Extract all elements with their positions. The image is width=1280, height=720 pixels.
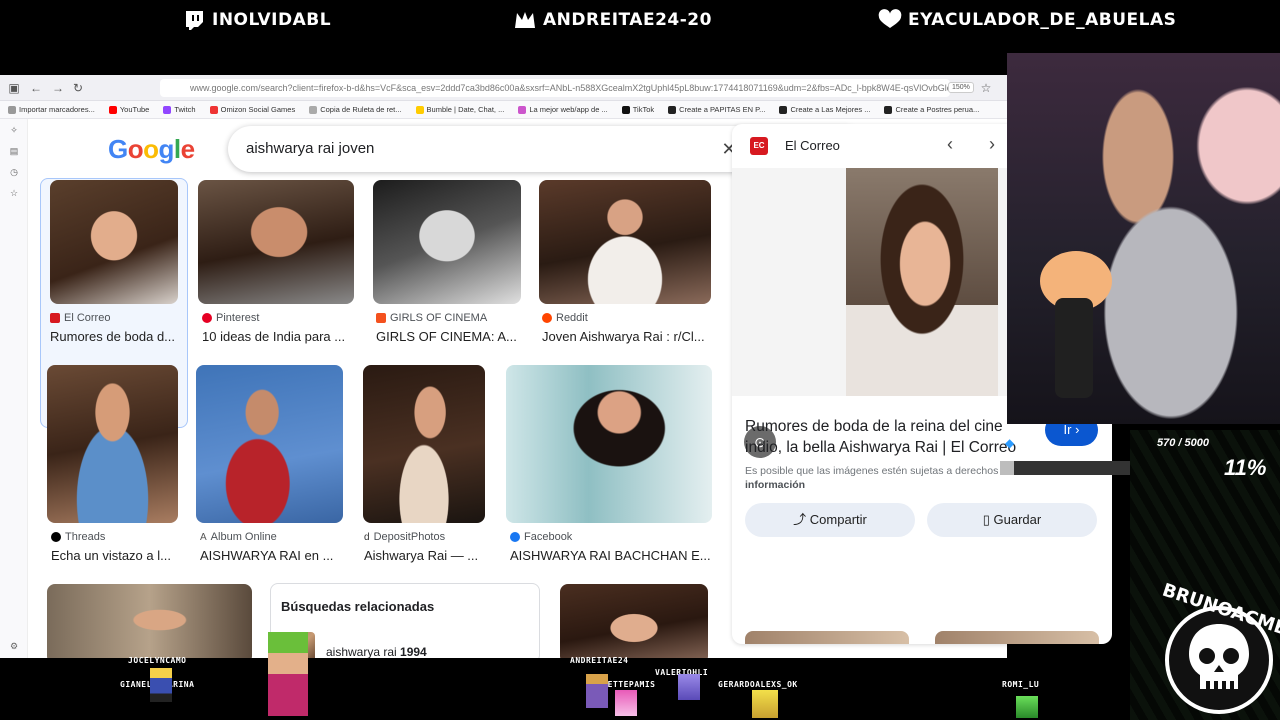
result-image[interactable] [47, 365, 178, 523]
webcam-feed [1007, 53, 1280, 424]
album-icon: A [200, 531, 207, 543]
goal-progress-bar [1000, 461, 1130, 475]
bookmark-star-icon[interactable]: ☆ [978, 80, 994, 96]
share-icon: ⤴ [793, 512, 807, 527]
preview-image[interactable] [846, 168, 998, 396]
goal-amount: 570 / 5000 [1157, 437, 1209, 449]
tabs-icon[interactable]: ▤ [9, 146, 19, 156]
viewer-sprite [268, 632, 308, 716]
depositphotos-icon: d [364, 531, 370, 543]
sub-alert-1: INOLVIDABL [182, 8, 331, 32]
sidebar-toggle-icon[interactable]: ▣ [6, 80, 22, 96]
result-image[interactable] [47, 584, 252, 658]
bookmark-item[interactable]: La mejor web/app de ... [518, 105, 608, 114]
history-icon[interactable]: ◷ [9, 167, 19, 177]
viewer-name: ANDREITAE24 [570, 656, 629, 665]
viewer-name: ROMI_LU [1002, 680, 1040, 689]
result-title[interactable]: Echa un vistazo a l... [51, 548, 171, 563]
microphone-body [1055, 298, 1093, 398]
bookmark-item[interactable]: YouTube [108, 105, 149, 114]
result-title[interactable]: Aishwarya Rai — ... [364, 548, 478, 563]
bookmark-item[interactable]: Create a Postres perua... [884, 105, 979, 114]
share-button[interactable]: ⤴ Compartir [745, 503, 915, 537]
bookmark-item[interactable]: Copia de Ruleta de ret... [309, 105, 402, 114]
result-image[interactable] [560, 584, 708, 658]
more-images-row [745, 631, 1099, 644]
sub-alert-3: EYACULADOR_DE_ABUELAS [878, 8, 1176, 32]
result-source: Facebook [510, 531, 572, 543]
related-item[interactable]: aishwarya rai 1994 [326, 645, 427, 658]
save-button[interactable]: ▯ Guardar [927, 503, 1097, 537]
sub-alert-2: ANDREITAE24-20 [513, 8, 712, 32]
result-title[interactable]: Joven Aishwarya Rai : r/Cl... [542, 329, 705, 344]
brand-logo: BRUNOACME [1158, 580, 1280, 720]
ai-icon[interactable]: ✧ [9, 125, 19, 135]
related-heading: Búsquedas relacionadas [281, 599, 435, 614]
viewer-sprite [678, 674, 700, 700]
bookmark-icon: ▯ [982, 512, 990, 527]
bookmarks-bar: Importar marcadores... YouTube Twitch Om… [0, 101, 1007, 119]
bookmark-item[interactable]: Bumble | Date, Chat, ... [415, 105, 504, 114]
settings-icon[interactable]: ⚙ [9, 641, 19, 651]
search-input[interactable]: aishwarya rai joven [246, 140, 374, 157]
bookmark-item[interactable]: TikTok [621, 105, 654, 114]
bookmarks-icon[interactable]: ☆ [9, 188, 19, 198]
viewer-sprite [615, 690, 637, 716]
sub-name: ANDREITAE24-20 [543, 10, 712, 30]
result-source: GIRLS OF CINEMA [376, 312, 487, 324]
back-icon[interactable]: ← [28, 80, 44, 96]
result-image[interactable] [506, 365, 712, 523]
zoom-indicator[interactable]: 150% [948, 82, 974, 93]
reload-icon[interactable]: ↻ [70, 80, 86, 96]
viewer-name: JOCELYNCAMO [128, 656, 187, 665]
viewer-sprite [586, 674, 608, 708]
crown-icon [513, 9, 537, 31]
sub-name: INOLVIDABL [212, 10, 332, 30]
result-source: El Correo [50, 312, 110, 324]
heart-icon [878, 9, 902, 31]
result-image[interactable] [373, 180, 521, 304]
diamond-icon: ◆ [1005, 436, 1015, 450]
result-image[interactable] [198, 180, 354, 304]
chevron-right-icon[interactable]: › [989, 134, 995, 155]
result-source: d DepositPhotos [364, 531, 446, 543]
sub-goal-widget: ◆ 570 / 5000 11% [1000, 425, 1280, 485]
bookmark-item[interactable]: Create a PAPITAS EN P... [668, 105, 765, 114]
result-source: Threads [51, 531, 105, 543]
google-logo[interactable]: Google [108, 134, 195, 165]
forward-icon[interactable]: → [50, 80, 66, 96]
result-source: Reddit [542, 312, 588, 324]
preview-title[interactable]: Rumores de boda de la reina del cine ind… [745, 416, 1035, 458]
address-bar[interactable]: www.google.com/search?client=firefox-b-d… [160, 79, 950, 97]
browser-nav-bar: ▣ ← → ↻ www.google.com/search?client=fir… [0, 75, 1007, 101]
browser-sidebar: ✧ ▤ ◷ ☆ ⚙ [0, 119, 28, 658]
result-title[interactable]: AISHWARYA RAI BACHCHAN E... [510, 548, 711, 563]
result-title[interactable]: AISHWARYA RAI en ... [200, 548, 333, 563]
result-title[interactable]: Rumores de boda d... [50, 329, 175, 344]
bookmark-item[interactable]: Importar marcadores... [8, 105, 95, 114]
bookmark-item[interactable]: Twitch [163, 105, 196, 114]
result-image[interactable] [50, 180, 178, 304]
bookmark-item[interactable]: Omizon Social Games [209, 105, 295, 114]
viewer-name: GERARDOALEXS_OK [718, 680, 798, 689]
goal-progress-fill [1000, 461, 1015, 475]
result-title[interactable]: 10 ideas de India para ... [202, 329, 345, 344]
sub-name: EYACULADOR_DE_ABUELAS [908, 10, 1177, 30]
result-image[interactable] [539, 180, 711, 304]
result-source: Pinterest [202, 312, 259, 324]
site-logo-icon: EC [750, 137, 768, 155]
chevron-left-icon[interactable]: ‹ [947, 134, 953, 155]
result-title[interactable]: GIRLS OF CINEMA: A... [376, 329, 517, 344]
goal-percent: 11% [1224, 455, 1267, 480]
viewer-sprite [150, 668, 172, 702]
viewer-sprite [1016, 696, 1038, 718]
twitch-icon [182, 9, 206, 31]
preview-source[interactable]: El Correo [785, 138, 840, 153]
result-source: A Album Online [200, 531, 277, 543]
bookmark-item[interactable]: Create a Las Mejores ... [779, 105, 870, 114]
related-searches: Búsquedas relacionadas aishwarya rai 199… [270, 583, 540, 658]
result-image[interactable] [363, 365, 485, 523]
result-image[interactable] [196, 365, 343, 523]
viewer-sprite [752, 690, 778, 718]
